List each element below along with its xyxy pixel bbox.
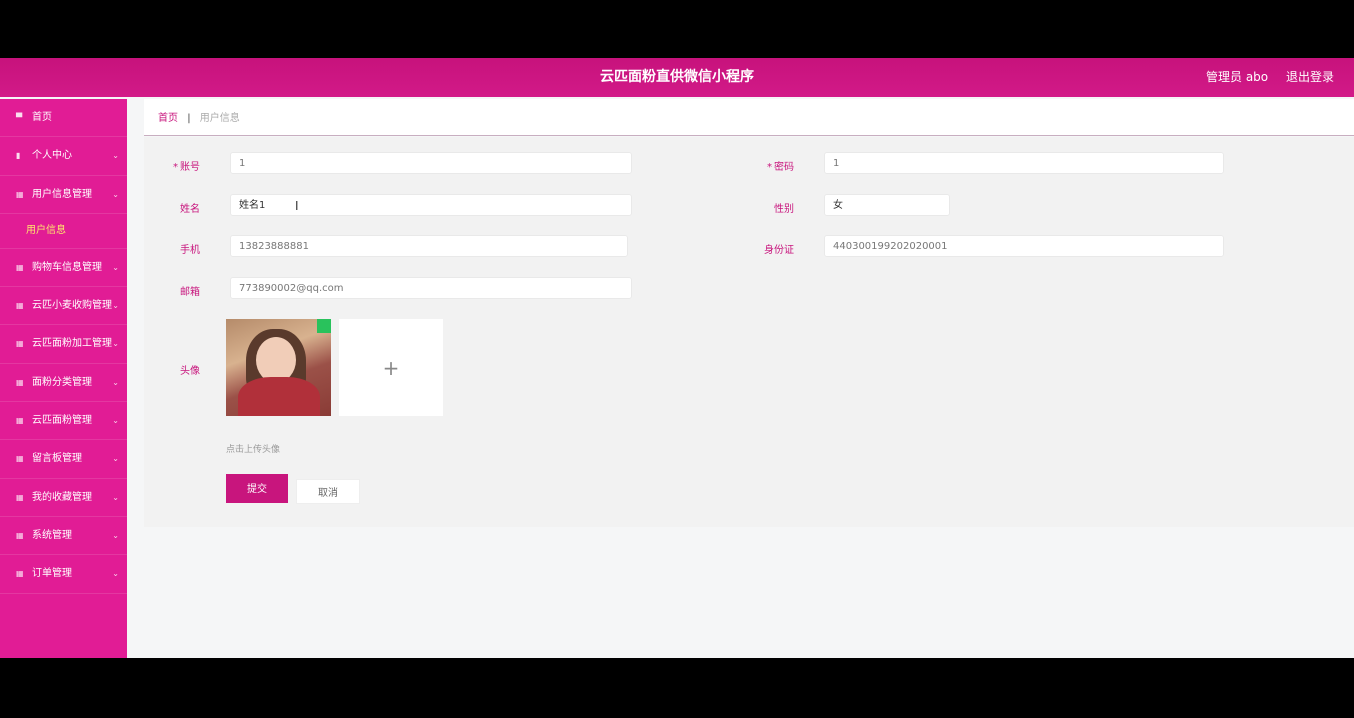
sidebar-subitem[interactable]: 用户信息 [0, 214, 127, 249]
grid-icon: ▦ [16, 492, 24, 502]
sidebar-item-label: 订单管理 [32, 568, 72, 580]
breadcrumb-separator: | [187, 113, 191, 124]
avatar-image[interactable] [226, 319, 331, 416]
account-label: * 账号 [173, 162, 200, 173]
chevron-down-icon: ⌄ [112, 189, 119, 199]
main-content: 首页 | 用户信息 * 账号 1 * 密码 1 姓名 姓名1 I 性别 女 手机 1… [127, 99, 1354, 658]
user-form: * 账号 1 * 密码 1 姓名 姓名1 I 性别 女 手机 13823888881… [144, 137, 1354, 527]
chevron-down-icon: ⌄ [112, 377, 119, 387]
sidebar-item[interactable]: ▦ 云匹小麦收购管理 ⌄ [0, 287, 127, 326]
phone-input[interactable]: 13823888881 [230, 235, 628, 257]
password-label: * 密码 [767, 162, 794, 173]
sidebar-item-label: 购物车信息管理 [32, 261, 102, 273]
sidebar-item[interactable]: ▦ 我的收藏管理 ⌄ [0, 479, 127, 517]
breadcrumb: 首页 | 用户信息 [144, 99, 1354, 136]
gender-label: 性别 [774, 204, 794, 215]
top-right-actions: 管理员 abo 退出登录 [1192, 58, 1334, 97]
breadcrumb-home[interactable]: 首页 [158, 113, 178, 124]
sidebar-item-label: 个人中心 [32, 150, 72, 162]
chevron-down-icon: ⌄ [112, 339, 119, 349]
sidebar-item[interactable]: ▦ 系统管理 ⌄ [0, 517, 127, 556]
chevron-down-icon: ⌄ [112, 151, 119, 161]
grid-icon: ▦ [16, 416, 24, 426]
chevron-down-icon: ⌄ [112, 454, 119, 464]
sidebar-item-label: 云匹面粉加工管理 [32, 338, 112, 350]
sidebar-item-label: 我的收藏管理 [32, 491, 92, 503]
sidebar-item[interactable]: ▦ 云匹面粉加工管理 ⌄ [0, 325, 127, 364]
sidebar-item-label: 云匹面粉管理 [32, 415, 92, 427]
chevron-down-icon: ⌄ [112, 416, 119, 426]
upload-add-button[interactable]: + [339, 319, 443, 416]
avatar-corner [317, 319, 331, 333]
sidebar-item[interactable]: ▮ 个人中心 ⌄ [0, 137, 127, 176]
grid-icon: ▦ [16, 569, 24, 579]
text-cursor-icon: I [295, 199, 299, 213]
logout-button[interactable]: 退出登录 [1286, 70, 1334, 84]
sidebar: ▀ 首页 ▮ 个人中心 ⌄ ▦ 用户信息管理 ⌄ 用户信息 ▦ 购物车信息管理 ⌄ ▦ 云匹小麦收购管理 ⌄… [0, 99, 127, 658]
idcard-input[interactable]: 440300199202020001 [824, 235, 1224, 257]
upload-hint: 点击上传头像 [226, 445, 281, 455]
phone-label: 手机 [180, 245, 200, 256]
grid-icon: ▦ [16, 454, 24, 464]
sidebar-item[interactable]: ▦ 用户信息管理 ⌄ [0, 176, 127, 214]
password-input[interactable]: 1 [824, 152, 1224, 174]
sidebar-item[interactable]: ▦ 云匹面粉管理 ⌄ [0, 402, 127, 441]
sidebar-item-label: 面粉分类管理 [32, 376, 92, 388]
sidebar-item-label: 用户信息管理 [32, 188, 92, 200]
cancel-button[interactable]: 取消 [296, 479, 360, 504]
avatar-body [238, 377, 320, 416]
name-input[interactable]: 姓名1 [230, 194, 632, 216]
user-label[interactable]: 管理员 abo [1206, 70, 1268, 84]
grid-icon: ▦ [16, 339, 24, 349]
chevron-down-icon: ⌄ [112, 301, 119, 311]
chevron-down-icon: ⌄ [112, 530, 119, 540]
required-mark: * [173, 162, 178, 173]
chevron-down-icon: ⌄ [112, 262, 119, 272]
chevron-down-icon: ⌄ [112, 492, 119, 502]
app-window: 云匹面粉直供微信小程序 管理员 abo 退出登录 ▀ 首页 ▮ 个人中心 ⌄ ▦ 用户信息管… [0, 58, 1354, 658]
sidebar-item[interactable]: ▀ 首页 [0, 99, 127, 138]
grid-icon: ▦ [16, 301, 24, 311]
plus-icon: + [382, 355, 400, 380]
person-icon: ▮ [16, 151, 21, 161]
idcard-label: 身份证 [764, 245, 794, 256]
required-mark: * [767, 162, 772, 173]
home-icon: ▀ [16, 113, 23, 122]
gender-select[interactable]: 女 [824, 194, 950, 216]
grid-icon: ▦ [16, 530, 24, 540]
email-input[interactable]: 773890002@qq.com [230, 277, 632, 299]
sidebar-item-label: 云匹小麦收购管理 [32, 300, 112, 312]
grid-icon: ▦ [16, 262, 24, 272]
sidebar-item[interactable]: ▦ 购物车信息管理 ⌄ [0, 249, 127, 288]
breadcrumb-current: 用户信息 [199, 113, 240, 124]
name-label: 姓名 [180, 204, 200, 215]
sidebar-item[interactable]: ▦ 面粉分类管理 ⌄ [0, 364, 127, 403]
sidebar-item-label: 系统管理 [32, 529, 72, 541]
grid-icon: ▦ [16, 189, 24, 199]
top-bar: 云匹面粉直供微信小程序 管理员 abo 退出登录 [0, 58, 1354, 97]
sidebar-item-label: 留言板管理 [32, 453, 82, 465]
submit-button[interactable]: 提交 [226, 474, 288, 503]
account-input[interactable]: 1 [230, 152, 632, 174]
sidebar-item-label: 首页 [32, 112, 52, 123]
sidebar-item[interactable]: ▦ 订单管理 ⌄ [0, 555, 127, 594]
chevron-down-icon: ⌄ [112, 569, 119, 579]
app-title: 云匹面粉直供微信小程序 [600, 69, 754, 85]
sidebar-item[interactable]: ▦ 留言板管理 ⌄ [0, 440, 127, 479]
avatar-label: 头像 [180, 366, 200, 377]
email-label: 邮箱 [180, 287, 200, 298]
grid-icon: ▦ [16, 377, 24, 387]
